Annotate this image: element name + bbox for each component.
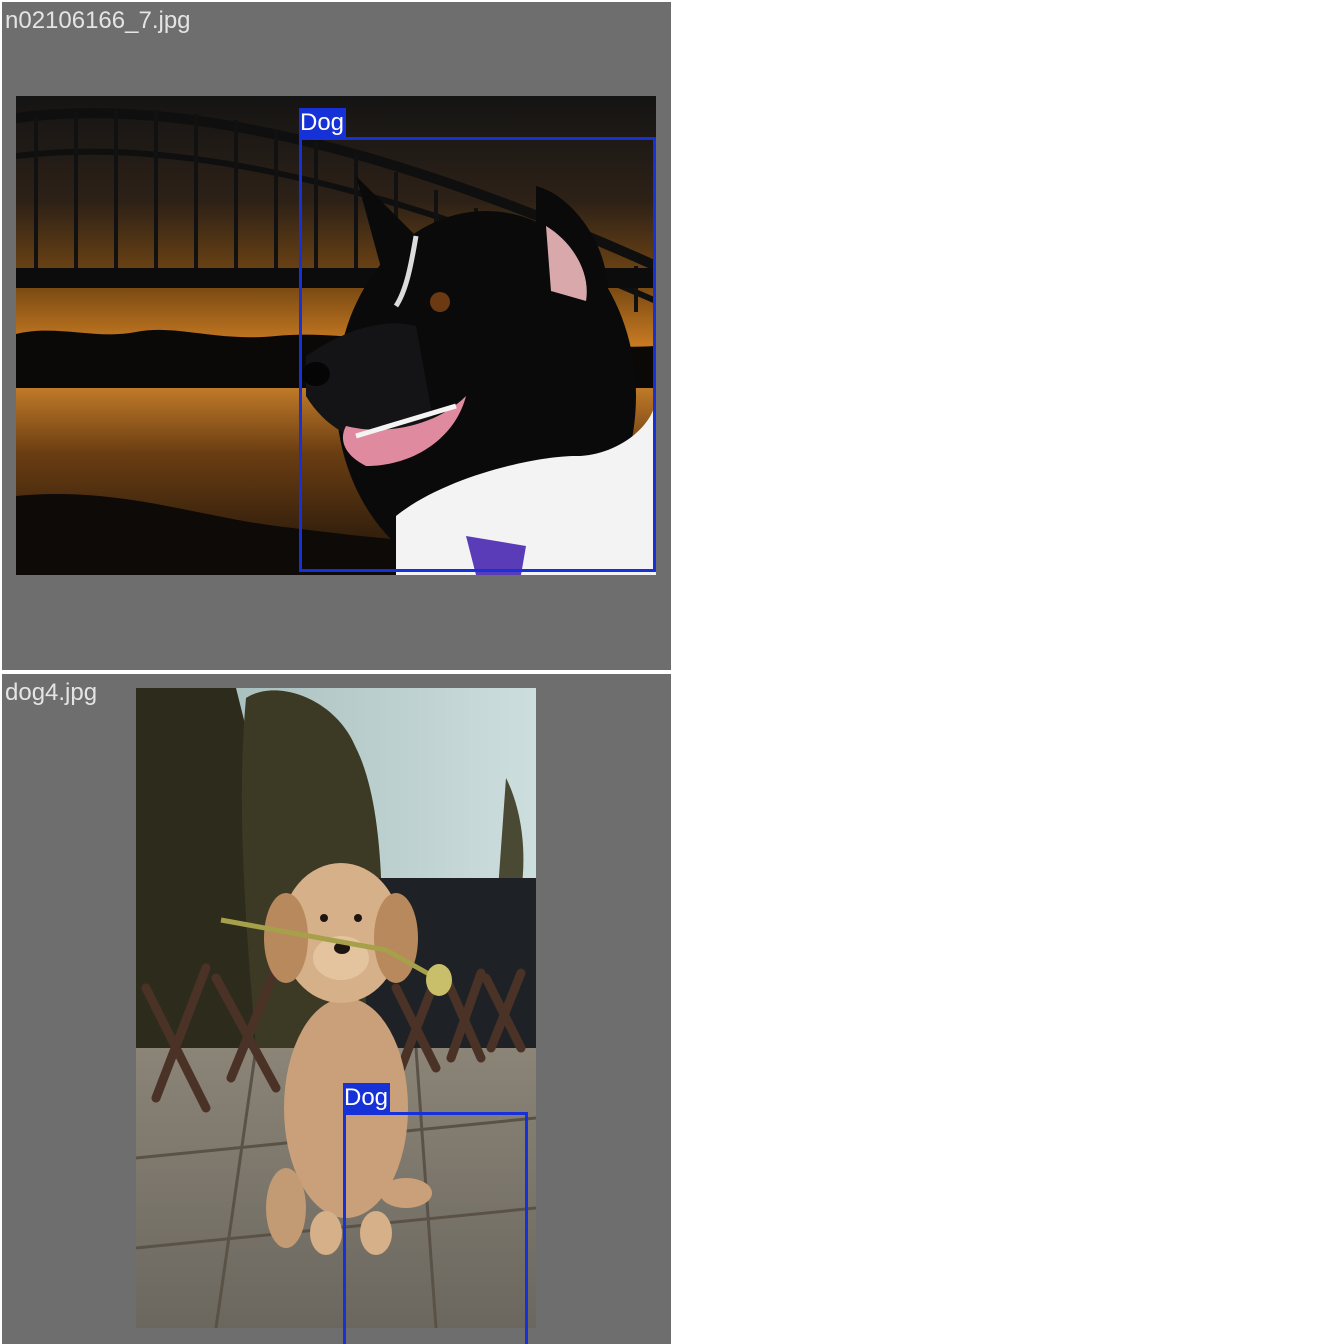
image-grid: n02106166_7.jpg Dog dog4.jpg Dog — [0, 0, 1344, 1344]
image-tile-1[interactable]: n02106166_7.jpg Dog — [2, 2, 671, 670]
detection-label: Dog — [343, 1083, 391, 1113]
detection-box-dog[interactable] — [343, 1112, 528, 1344]
detection-label: Dog — [299, 108, 347, 138]
detection-box-dog[interactable] — [299, 137, 656, 572]
image-filename: dog4.jpg — [5, 679, 98, 706]
image-tile-2[interactable]: dog4.jpg Dog — [2, 674, 671, 1344]
image-filename: n02106166_7.jpg — [5, 7, 191, 34]
